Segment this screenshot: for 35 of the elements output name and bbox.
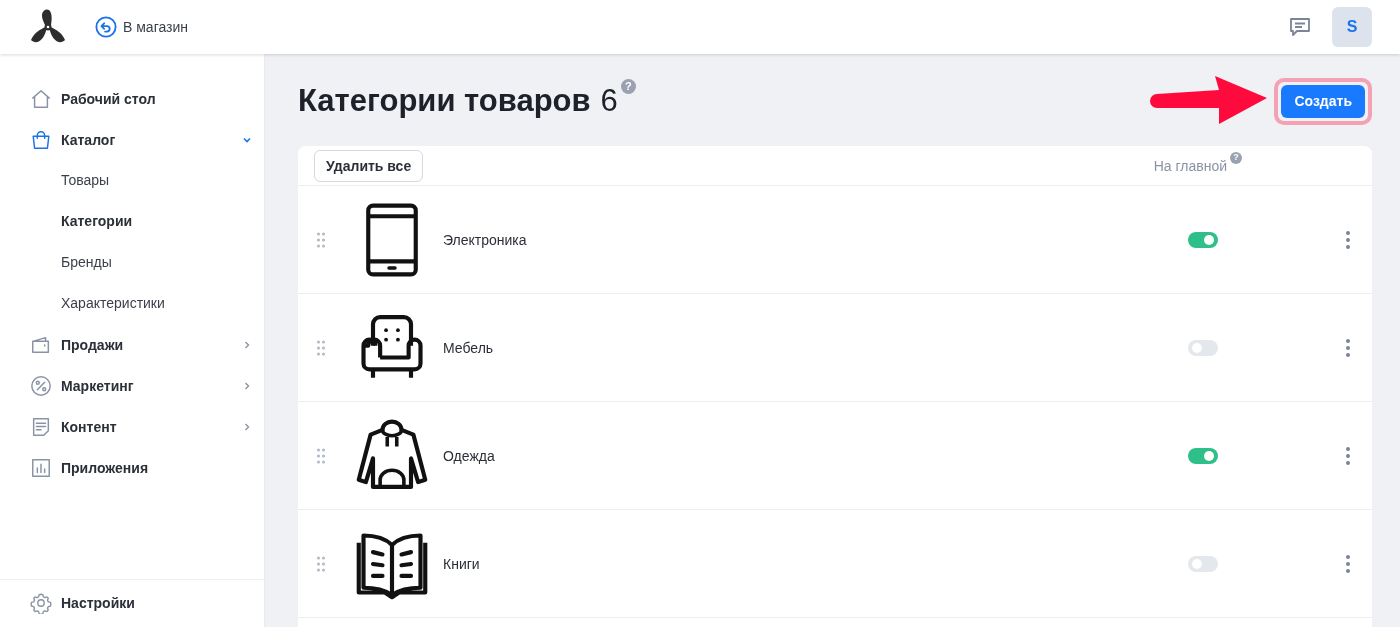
sidebar-item[interactable]: Рабочий стол [0,78,264,119]
toggle-switch[interactable] [1188,339,1218,356]
toggle-switch[interactable] [1188,447,1218,464]
category-name[interactable]: Книги [443,555,480,572]
drag-handle-icon[interactable] [316,231,326,248]
create-button[interactable]: Создать [1281,84,1365,118]
more-options-icon[interactable] [1346,554,1350,573]
sidebar-item[interactable]: Каталог [0,119,264,160]
more-options-icon[interactable] [1346,446,1350,465]
settings-icon [30,591,52,614]
sidebar-item[interactable]: Маркетинг [0,365,264,406]
sidebar-subitem[interactable]: Характеристики [0,283,264,324]
sidebar-subitem[interactable]: Товары [0,160,264,201]
drag-handle-icon[interactable] [316,447,326,464]
sidebar-item[interactable]: Контент [0,406,264,447]
sidebar-item[interactable]: Продажи [0,324,264,365]
sidebar-item[interactable]: Приложения [0,447,264,488]
toggle-switch[interactable] [1188,555,1218,572]
delete-all-button[interactable]: Удалить все [314,149,424,182]
category-name[interactable]: Электроника [443,231,527,248]
sidebar-subitem[interactable]: Бренды [0,242,264,283]
drag-handle-icon[interactable] [316,339,326,356]
settings-nav-item[interactable]: Настройки [0,582,264,623]
category-count: 6 [600,83,618,119]
drag-handle-icon[interactable] [316,555,326,572]
column-header: На главной [1153,157,1227,174]
more-options-icon[interactable] [1346,338,1350,357]
back-to-store-link[interactable]: В магазин [95,16,189,38]
category-name[interactable]: Одежда [443,447,495,464]
chat-icon[interactable] [1288,15,1312,39]
sidebar-subitem[interactable]: Категории [0,201,264,242]
toggle-switch[interactable] [1188,231,1218,248]
category-name[interactable]: Мебель [443,339,494,356]
page-title: Категории товаров [298,83,591,119]
more-options-icon[interactable] [1346,230,1350,249]
